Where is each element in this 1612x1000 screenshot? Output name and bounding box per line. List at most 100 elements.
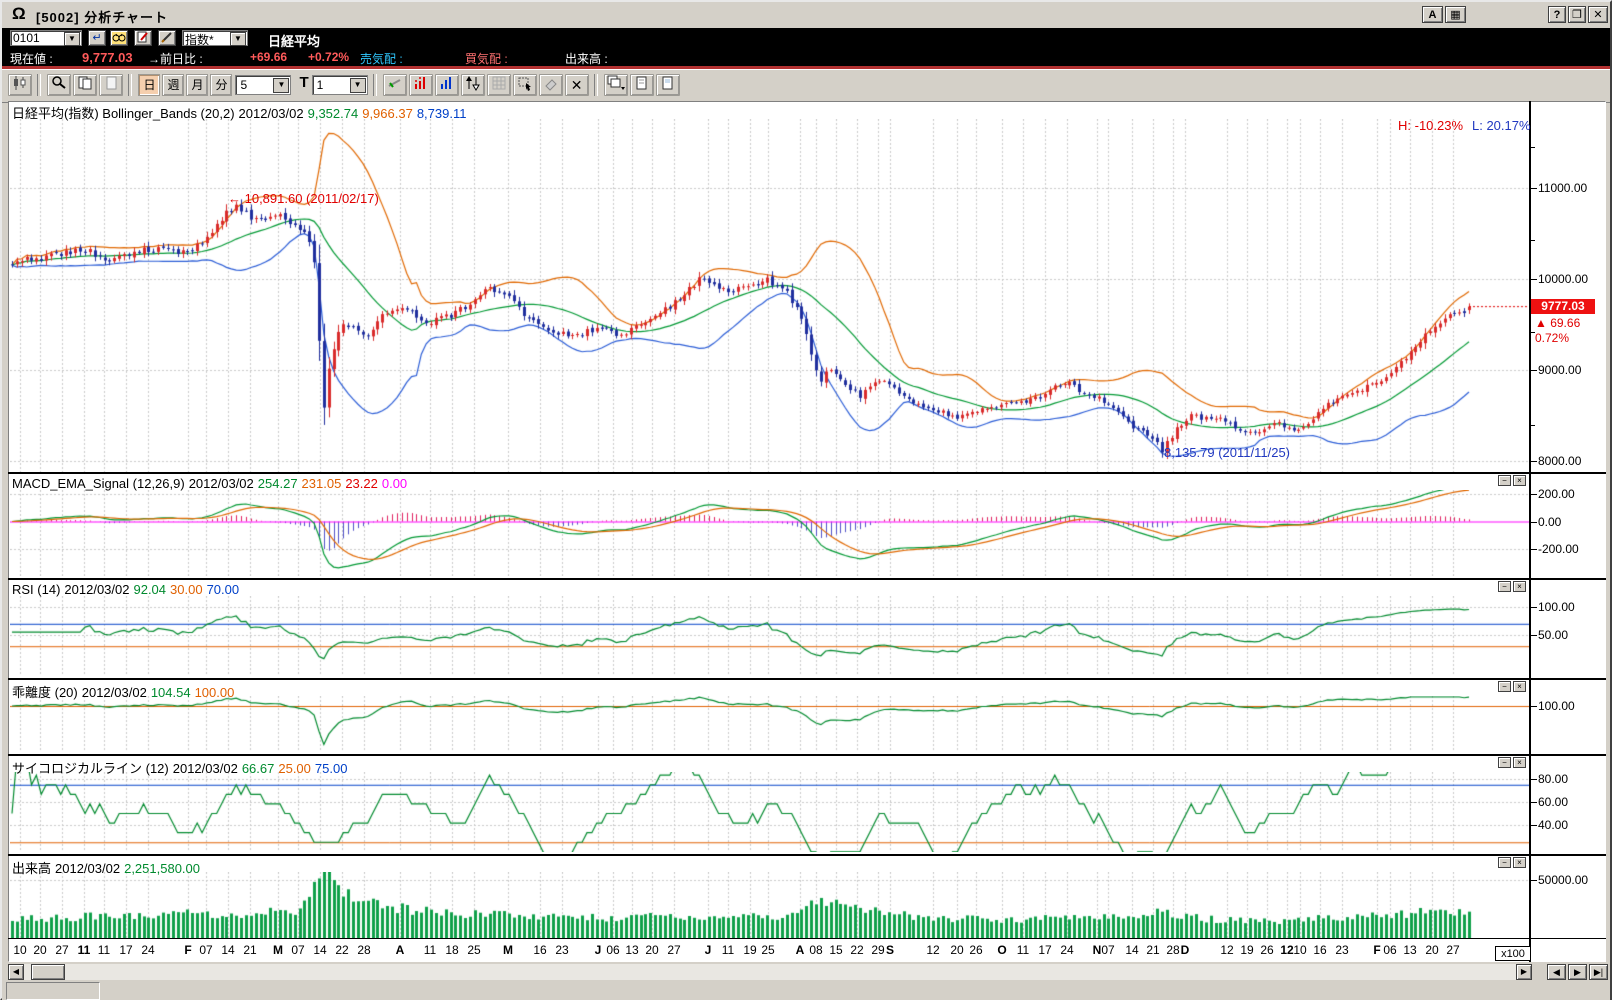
panel-minimize-button[interactable]: − [1498, 681, 1511, 692]
restore-button[interactable]: ❐ [1568, 6, 1586, 23]
high-annotation: ← 10,891.60 (2011/02/17) [228, 191, 379, 206]
panel-close-button[interactable]: × [1513, 857, 1526, 868]
panel-minimize-button[interactable]: − [1498, 857, 1511, 868]
category-select[interactable]: 指数* ▼ [182, 30, 248, 47]
period-button-月[interactable]: 月 [186, 74, 209, 96]
scrollbar-thumb[interactable] [31, 964, 65, 980]
chevron-down-icon[interactable]: ▼ [64, 32, 80, 46]
enter-icon: ↵ [92, 32, 102, 44]
title-bar[interactable]: Ω [5002] 分析チャート A ▦? ❐ ✕ [2, 2, 1610, 29]
app-window: Ω [5002] 分析チャート A ▦? ❐ ✕ 0101 ▼ ↵ 指数* ▼ 日経平… [0, 0, 1612, 1000]
page-prev-button[interactable]: ◀ [1547, 964, 1566, 980]
scroll-right-button[interactable]: ▶ [1516, 964, 1532, 980]
t-interval-select[interactable]: 1 ▼ [311, 75, 368, 95]
day-label: 08 [809, 943, 823, 957]
low-annotation: 8,135.79 (2011/11/25) [1164, 445, 1291, 460]
main-price-chart[interactable] [10, 119, 1529, 472]
day-label: 27 [1446, 943, 1460, 957]
report-page-icon[interactable] [655, 74, 680, 96]
axis-tick [1530, 425, 1535, 426]
page-next-button[interactable]: ▶ [1568, 964, 1587, 980]
panel-separator [8, 472, 1606, 474]
bars-blue-icon[interactable] [434, 74, 459, 96]
enter-button[interactable]: ↵ [88, 30, 106, 46]
axis-tick [1530, 522, 1537, 523]
eraser-icon[interactable] [538, 74, 563, 96]
style-a-button[interactable]: A [1422, 6, 1443, 23]
current-price-label: 現在値 : [10, 52, 53, 66]
copy-page-icon[interactable] [73, 74, 98, 96]
period-button-週[interactable]: 週 [162, 74, 185, 96]
page-last-button[interactable]: ▶| [1589, 964, 1608, 980]
chevron-down-icon[interactable]: ▼ [230, 32, 246, 46]
panel-minimize-button[interactable]: − [1498, 581, 1511, 592]
axis-tick [1530, 706, 1537, 707]
zoom-icon[interactable] [47, 74, 72, 96]
new-page-icon[interactable] [629, 74, 654, 96]
help-button[interactable]: ? [1548, 6, 1566, 23]
bars-red-icon[interactable] [408, 74, 433, 96]
delete-x-icon[interactable]: ✕ [564, 74, 589, 96]
grid-icon[interactable] [486, 74, 511, 96]
day-label: 07 [1101, 943, 1115, 957]
window-grid-button[interactable]: ▦ [1445, 6, 1466, 23]
minutes-value: 5 [240, 78, 248, 92]
high-pct-label: H: -10.23% [1398, 118, 1464, 133]
cascade-windows-icon[interactable] [603, 74, 628, 96]
symbol-code-input[interactable]: 0101 ▼ [10, 30, 82, 46]
updown-arrows-icon[interactable] [460, 74, 485, 96]
symbol-code-value: 0101 [13, 31, 40, 45]
period-button-日[interactable]: 日 [138, 74, 161, 96]
psychological-line-chart[interactable] [10, 772, 1529, 852]
main-chart-title: 日経平均(指数) Bollinger_Bands (20,2) [12, 106, 235, 121]
rsi-chart[interactable] [10, 596, 1529, 676]
horizontal-scrollbar[interactable]: ◀ ▶ [8, 964, 1532, 980]
minutes-value: 1 [316, 78, 324, 92]
axis-tick-label: 50.00 [1538, 628, 1569, 642]
axis-tick-label: 0.00 [1538, 515, 1562, 529]
close-button[interactable]: ✕ [1588, 6, 1608, 23]
axis-tick [1530, 494, 1537, 495]
day-label: 24 [1060, 943, 1074, 957]
psych-date: 2012/03/02 [172, 761, 238, 776]
macd-value-0: 254.27 [257, 476, 298, 491]
day-label: 24 [141, 943, 155, 957]
panel-close-button[interactable]: × [1513, 475, 1526, 486]
search-button[interactable] [110, 30, 128, 46]
rsi-value-1: 30.00 [170, 582, 203, 597]
day-label: 21 [1146, 943, 1160, 957]
period-button-分[interactable]: 分 [210, 74, 233, 96]
panel-close-button[interactable]: × [1513, 757, 1526, 768]
macd-chart[interactable] [10, 490, 1529, 576]
panel-minimize-button[interactable]: − [1498, 475, 1511, 486]
day-label: 13 [1403, 943, 1417, 957]
chevron-down-icon[interactable]: ▼ [273, 78, 290, 93]
panel-close-button[interactable]: × [1513, 681, 1526, 692]
volume-baseline [8, 938, 1606, 939]
draw-button[interactable] [158, 30, 176, 46]
scroll-left-button[interactable]: ◀ [8, 964, 24, 980]
trendline-icon[interactable] [382, 74, 407, 96]
select-icon[interactable] [512, 74, 537, 96]
page-icon[interactable] [99, 74, 124, 96]
axis-tick [1530, 825, 1537, 826]
axis-tick-label: 11000.00 [1538, 181, 1588, 195]
panel-close-button[interactable]: × [1513, 581, 1526, 592]
chevron-down-icon[interactable]: ▼ [349, 78, 366, 93]
axis-tick-label: 200.00 [1538, 487, 1575, 501]
edit-button[interactable] [134, 30, 152, 46]
kairi-chart[interactable] [10, 696, 1529, 752]
toolbar-separator [128, 74, 133, 96]
panel-minimize-button[interactable]: − [1498, 757, 1511, 768]
candlestick-chart-icon[interactable] [8, 74, 33, 96]
volume-chart[interactable] [10, 872, 1529, 938]
axis-tick-label: 100.00 [1538, 699, 1575, 713]
day-label: 12 [1220, 943, 1234, 957]
psych-panel-header: サイコロジカルライン (12) 2012/03/02 66.67 25.00 75.00 [12, 758, 351, 777]
axis-tick [1530, 635, 1537, 636]
day-label: 23 [555, 943, 569, 957]
panel-separator [8, 754, 1606, 756]
axis-tick-label: 9000.00 [1538, 363, 1582, 377]
day-label: 23 [1335, 943, 1349, 957]
minutes-select[interactable]: 5 ▼ [235, 75, 292, 95]
